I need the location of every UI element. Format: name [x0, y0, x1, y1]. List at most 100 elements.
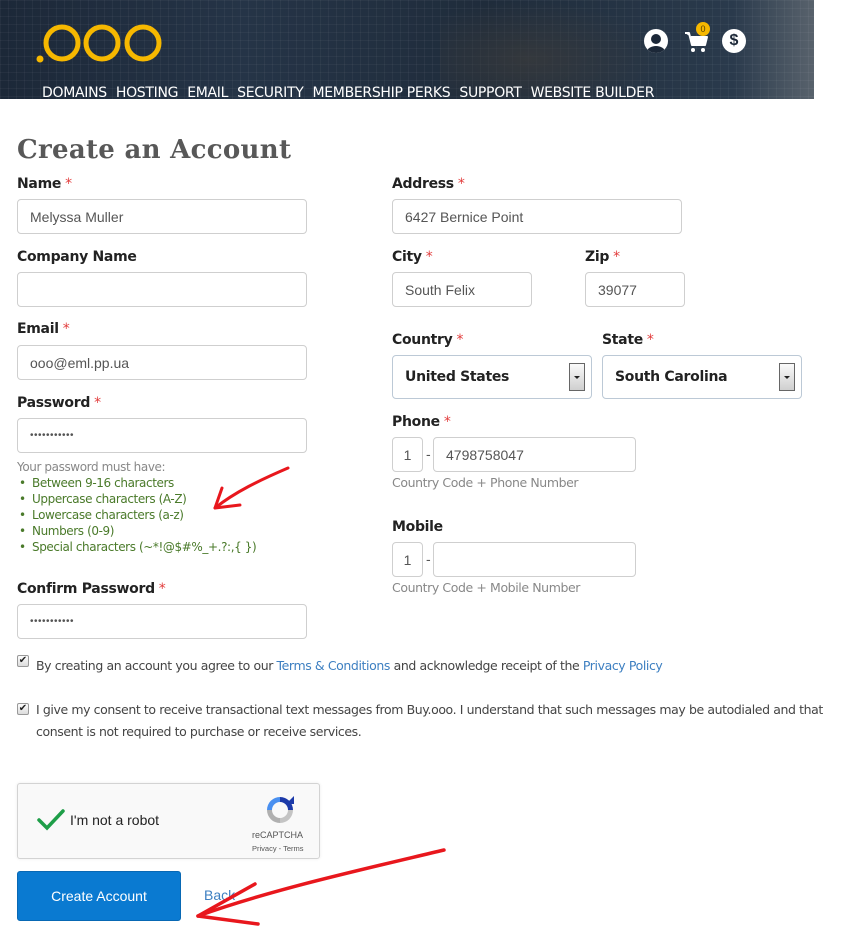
page-title: Create an Account [17, 135, 292, 165]
country-select-value: United States [405, 369, 510, 385]
country-select[interactable]: United States [392, 355, 592, 399]
required-marker: * [443, 414, 451, 430]
city-label-text: City [392, 249, 422, 265]
name-input-value: Melyssa Muller [30, 208, 124, 225]
phone-label: Phone * [392, 414, 451, 430]
email-label-text: Email [17, 321, 59, 337]
email-input[interactable]: ooo@eml.pp.ua [17, 345, 307, 380]
state-label: State * [602, 332, 654, 348]
cart-count-badge: 0 [696, 22, 710, 36]
required-marker: * [613, 249, 620, 265]
phone-country-code-input[interactable]: 1 [392, 437, 423, 472]
required-marker: * [425, 249, 433, 265]
password-rules-intro: Your password must have: [17, 460, 166, 474]
confirm-password-input-value: ••••••••••• [30, 616, 75, 627]
state-select[interactable]: South Carolina [602, 355, 802, 399]
mobile-separator: - [426, 551, 431, 567]
dollar-symbol: $ [729, 32, 739, 49]
state-select-value: South Carolina [615, 369, 728, 385]
zip-input-value: 39077 [598, 281, 637, 298]
company-name-label: Company Name [17, 249, 137, 265]
terms-consent-text: By creating an account you agree to our … [36, 655, 836, 677]
recaptcha-brand: reCAPTCHA [252, 830, 304, 840]
company-name-input[interactable] [17, 272, 307, 307]
recaptcha-widget[interactable]: I'm not a robot reCAPTCHA Privacy - Term… [17, 783, 320, 859]
mobile-label-text: Mobile [392, 519, 443, 535]
sms-consent-checkbox[interactable]: ✔ [17, 703, 29, 715]
mobile-country-code-value: 1 [403, 551, 412, 568]
chevron-down-icon[interactable] [569, 363, 585, 391]
mobile-hint: Country Code + Mobile Number [392, 580, 581, 595]
terms-text-before: By creating an account you agree to our [36, 658, 277, 673]
password-rule-item: Between 9-16 characters [17, 475, 256, 491]
required-marker: * [646, 332, 654, 348]
phone-number-input[interactable]: 4798758047 [433, 437, 636, 472]
terms-checkbox[interactable]: ✔ [17, 655, 29, 667]
address-input-value: 6427 Bernice Point [405, 208, 524, 225]
nav-hosting[interactable]: HOSTING [116, 85, 179, 99]
password-rule-item: Lowercase characters (a-z) [17, 507, 256, 523]
recaptcha-label: I'm not a robot [70, 812, 160, 828]
nav-security[interactable]: SECURITY [237, 85, 304, 99]
cart-button[interactable]: 0 [684, 22, 710, 54]
required-marker: * [94, 395, 101, 411]
zip-input[interactable]: 39077 [585, 272, 685, 307]
company-name-label-text: Company Name [17, 249, 137, 265]
nav-domains[interactable]: DOMAINS [42, 85, 107, 99]
user-icon[interactable] [644, 29, 668, 53]
main-nav: DOMAINS HOSTING EMAIL SECURITY MEMBERSHI… [42, 85, 663, 99]
back-link[interactable]: Back [204, 887, 235, 903]
confirm-password-label-text: Confirm Password [17, 581, 155, 597]
privacy-policy-link[interactable]: Privacy Policy [583, 658, 663, 673]
city-label: City * [392, 249, 433, 265]
password-rule-item: Uppercase characters (A-Z) [17, 491, 256, 507]
terms-conditions-link[interactable]: Terms & Conditions [277, 658, 391, 673]
confirm-password-input[interactable]: ••••••••••• [17, 604, 307, 639]
zip-label: Zip * [585, 249, 620, 265]
password-label-text: Password [17, 395, 91, 411]
mobile-country-code-input[interactable]: 1 [392, 542, 423, 577]
nav-support[interactable]: SUPPORT [459, 85, 522, 99]
annotation-arrow-create-account [196, 848, 446, 918]
required-marker: * [456, 332, 464, 348]
zip-label-text: Zip [585, 249, 610, 265]
phone-separator: - [426, 446, 431, 462]
address-label-text: Address [392, 176, 454, 192]
email-input-value: ooo@eml.pp.ua [30, 354, 130, 371]
required-marker: * [457, 176, 465, 192]
sms-consent-text: I give my consent to receive transaction… [36, 702, 823, 739]
password-label: Password * [17, 395, 101, 411]
city-input[interactable]: South Felix [392, 272, 532, 307]
country-label: Country * [392, 332, 463, 348]
create-account-button[interactable]: Create Account [17, 871, 181, 921]
name-input[interactable]: Melyssa Muller [17, 199, 307, 234]
confirm-password-label: Confirm Password * [17, 581, 166, 597]
password-input[interactable]: ••••••••••• [17, 418, 307, 453]
chevron-down-icon[interactable] [779, 363, 795, 391]
password-rules-list: Between 9-16 characters Uppercase charac… [17, 475, 257, 555]
recaptcha-logo-icon [267, 796, 294, 823]
header-icons: 0 $ [644, 22, 746, 54]
state-label-text: State [602, 332, 643, 348]
nav-website-builder[interactable]: WEBSITE BUILDER [531, 85, 655, 99]
mobile-number-input[interactable] [433, 542, 636, 577]
city-input-value: South Felix [405, 281, 476, 298]
name-label-text: Name [17, 176, 62, 192]
password-input-value: ••••••••••• [30, 430, 75, 441]
nav-email[interactable]: EMAIL [187, 85, 228, 99]
address-input[interactable]: 6427 Bernice Point [392, 199, 682, 234]
required-marker: * [158, 581, 166, 597]
required-marker: * [62, 321, 70, 337]
dollar-icon[interactable]: $ [722, 29, 746, 53]
phone-number-value: 4798758047 [446, 446, 524, 463]
address-label: Address * [392, 176, 465, 192]
terms-text-middle: and acknowledge receipt of the [390, 658, 583, 673]
email-label: Email * [17, 321, 70, 337]
required-marker: * [65, 176, 72, 192]
ooo-logo[interactable] [36, 22, 166, 64]
nav-membership-perks[interactable]: MEMBERSHIP PERKS [312, 85, 450, 99]
password-rule-item: Special characters (~*!@$#%_+.?:,{ }) [17, 539, 257, 555]
recaptcha-privacy-terms-links[interactable]: Privacy - Terms [252, 844, 304, 853]
password-rules: Your password must have: Between 9-16 ch… [17, 459, 257, 555]
mobile-label: Mobile [392, 519, 443, 535]
